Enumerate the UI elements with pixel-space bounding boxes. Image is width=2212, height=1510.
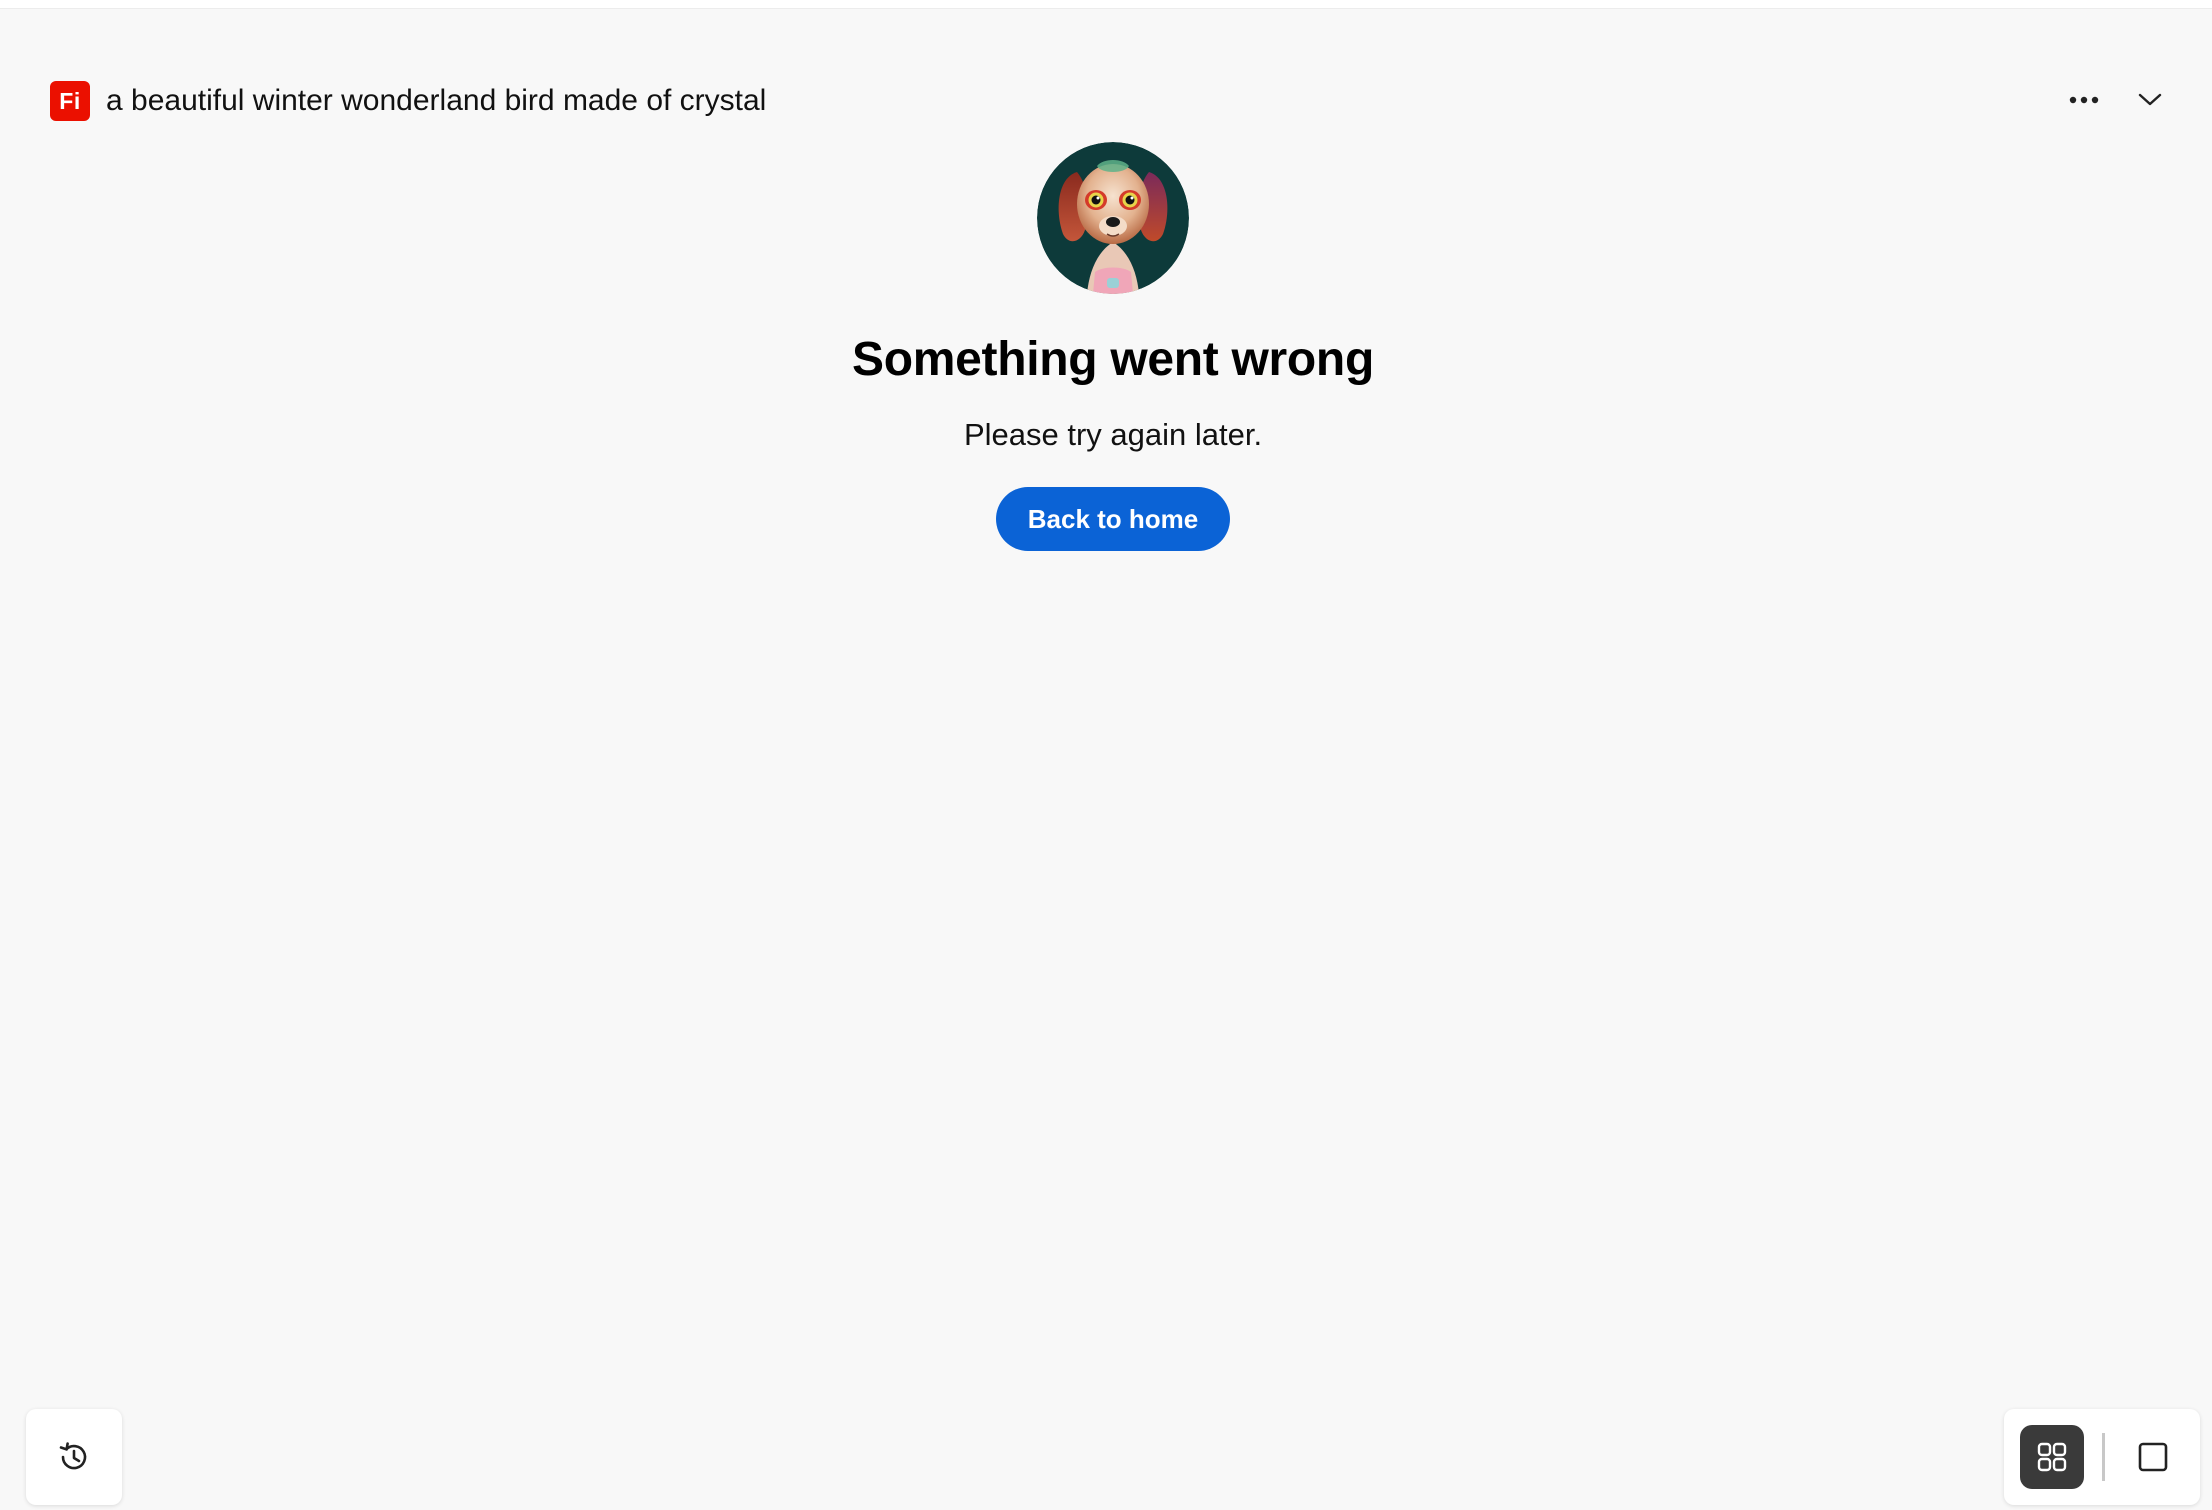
history-icon [59, 1442, 87, 1470]
grid-view-icon [2037, 1442, 2067, 1472]
dog-avatar [1037, 142, 1189, 294]
more-options-button[interactable] [2062, 78, 2106, 122]
dog-avatar-illustration [1037, 142, 1189, 294]
app-logo: Fi [50, 81, 90, 121]
header-actions [2062, 78, 2172, 122]
top-window-strip [0, 0, 2212, 9]
grid-view-button[interactable] [2020, 1425, 2084, 1489]
back-to-home-button[interactable]: Back to home [995, 487, 1231, 551]
app-logo-text: Fi [59, 87, 81, 114]
single-view-button[interactable] [2125, 1429, 2181, 1485]
single-view-icon [2138, 1442, 2168, 1472]
view-toggle [2004, 1409, 2200, 1505]
toggle-divider [2102, 1433, 2105, 1481]
history-button[interactable] [26, 1409, 122, 1505]
collapse-button[interactable] [2128, 78, 2172, 122]
prompt-title: a beautiful winter wonderland bird made … [106, 84, 767, 117]
error-panel: Something went wrong Please try again la… [0, 142, 2212, 551]
error-message: Please try again later. [963, 417, 1263, 452]
error-title: Something went wrong [852, 333, 1374, 386]
more-horizontal-icon [2069, 96, 2099, 104]
chevron-down-icon [2138, 93, 2162, 106]
header-bar: Fi a beautiful winter wonderland bird ma… [50, 80, 766, 122]
